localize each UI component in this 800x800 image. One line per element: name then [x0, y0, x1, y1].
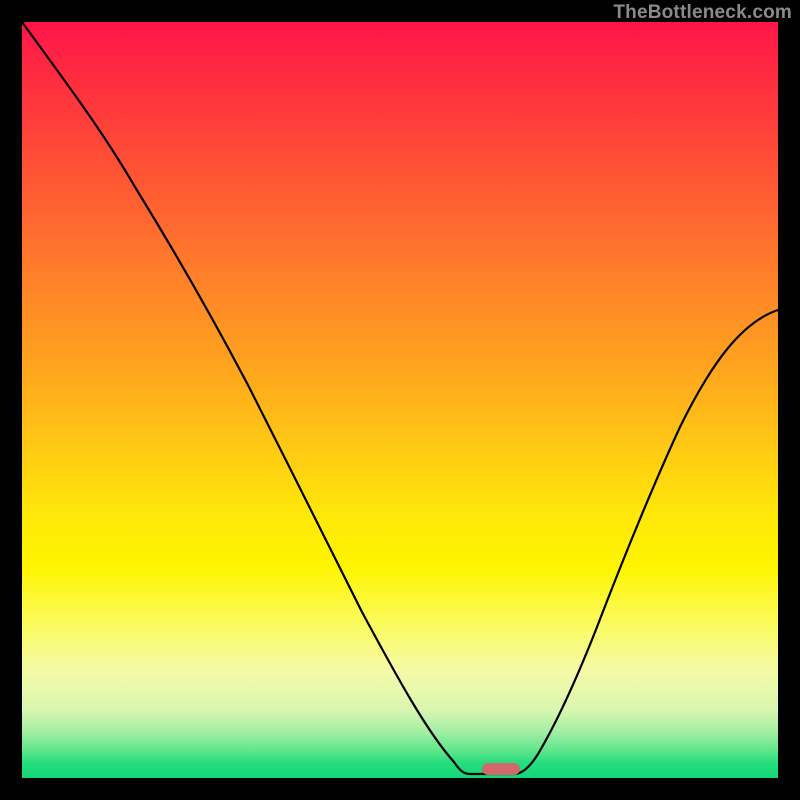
bottleneck-curve [22, 22, 778, 778]
min-marker [482, 763, 520, 775]
watermark-text: TheBottleneck.com [613, 2, 792, 24]
plot-area [22, 22, 778, 778]
